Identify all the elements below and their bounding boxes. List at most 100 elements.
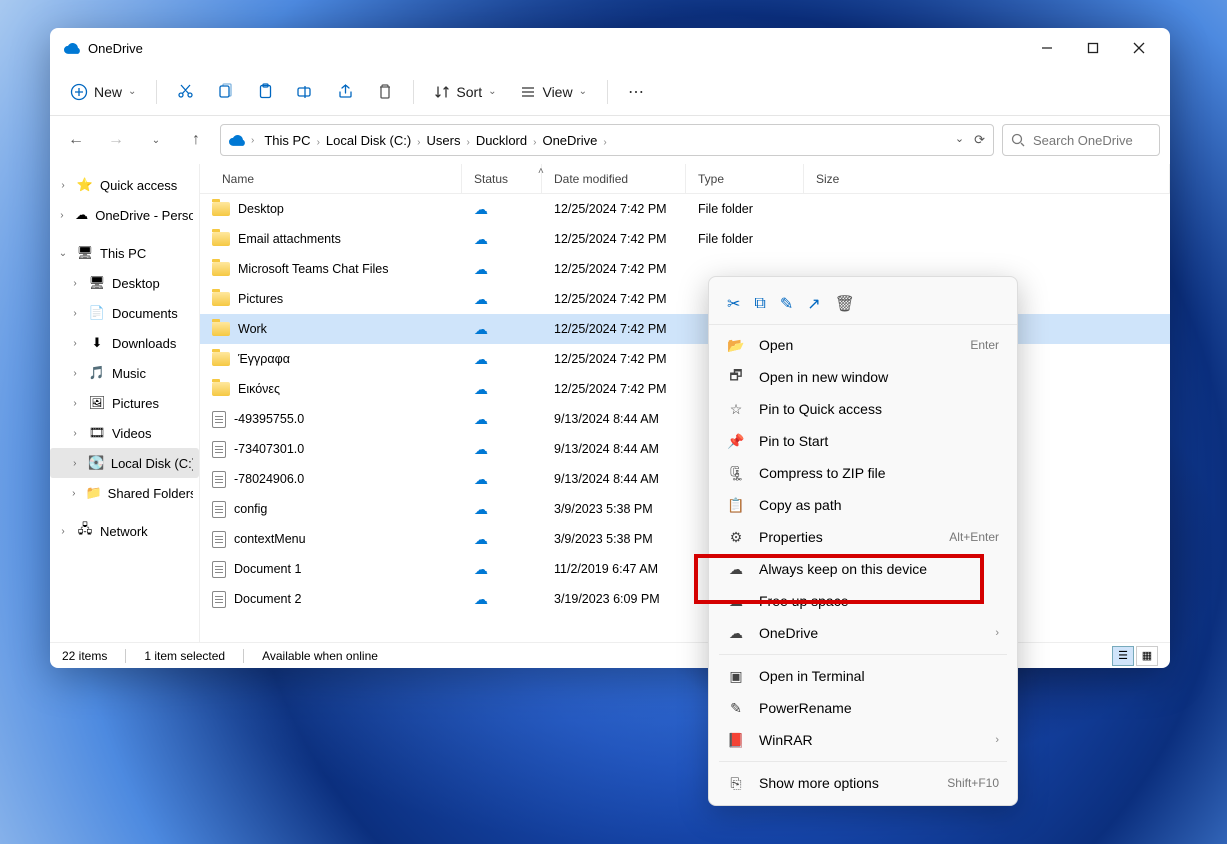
ctx-powerrename[interactable]: ✎ PowerRename [709, 692, 1017, 724]
ctx-pin-to-start[interactable]: 📌 Pin to Start [709, 425, 1017, 457]
sidebar-item-onedrive-persona[interactable]: › ☁ OneDrive - Persona [50, 200, 199, 230]
col-name[interactable]: Name [200, 164, 462, 193]
ctx-label: WinRAR [759, 732, 981, 748]
ctx-label: Compress to ZIP file [759, 465, 999, 481]
file-icon [212, 591, 226, 608]
details-view-button[interactable]: ☰ [1112, 646, 1134, 666]
cloud-status-icon: ☁ [474, 591, 488, 607]
sort-button[interactable]: Sort ⌄ [424, 74, 506, 110]
chevron-down-icon: ⌄ [579, 86, 587, 97]
ctx-winrar[interactable]: 📕 WinRAR › [709, 724, 1017, 756]
ctx-always-keep-on-this-device[interactable]: ☁ Always keep on this device [709, 553, 1017, 585]
file-date: 3/9/2023 5:38 PM [542, 502, 686, 516]
file-row[interactable]: Document 1 ☁ 11/2/2019 6:47 AM [200, 554, 1170, 584]
rename-button[interactable] [287, 74, 323, 110]
file-row[interactable]: -73407301.0 ☁ 9/13/2024 8:44 AM [200, 434, 1170, 464]
share-icon[interactable]: ↗ [807, 294, 820, 314]
sidebar-item-shared-folders-[interactable]: › 📁 Shared Folders (\\ [50, 478, 199, 508]
ctx-compress-to-zip-file[interactable]: 🗜 Compress to ZIP file [709, 457, 1017, 489]
search-placeholder: Search OneDrive [1033, 133, 1133, 148]
sidebar: › ⭐ Quick access› ☁ OneDrive - Persona ⌄ … [50, 164, 200, 642]
ctx-open-in-terminal[interactable]: ▣ Open in Terminal [709, 660, 1017, 692]
sidebar-item-local-disk-c-[interactable]: › 💽 Local Disk (C:) [50, 448, 199, 478]
file-row[interactable]: Εικόνες ☁ 12/25/2024 7:42 PM [200, 374, 1170, 404]
search-input[interactable]: Search OneDrive [1002, 124, 1160, 156]
maximize-button[interactable] [1070, 32, 1116, 64]
ctx-label: Pin to Quick access [759, 401, 999, 417]
sidebar-item-documents[interactable]: › 📄 Documents [50, 298, 199, 328]
onedrive-icon: ☁ [727, 625, 745, 642]
sidebar-item-videos[interactable]: › 🎞 Videos [50, 418, 199, 448]
file-row[interactable]: -78024906.0 ☁ 9/13/2024 8:44 AM [200, 464, 1170, 494]
sidebar-label: Shared Folders (\\ [108, 486, 193, 501]
close-button[interactable] [1116, 32, 1162, 64]
delete-button[interactable] [367, 74, 403, 110]
sidebar-item-network[interactable]: › 🖧 Network [50, 516, 199, 546]
ctx-copy-as-path[interactable]: 📋 Copy as path [709, 489, 1017, 521]
large-icons-button[interactable]: ▦ [1136, 646, 1158, 666]
breadcrumb-users[interactable]: Users [423, 131, 465, 150]
minimize-button[interactable] [1024, 32, 1070, 64]
sidebar-item-music[interactable]: › 🎵 Music [50, 358, 199, 388]
col-date[interactable]: Date modified [542, 164, 686, 193]
recent-button[interactable]: ⌄ [140, 124, 172, 156]
file-row[interactable]: config ☁ 3/9/2023 5:38 PM [200, 494, 1170, 524]
sidebar-item-pictures[interactable]: › 🖼 Pictures [50, 388, 199, 418]
file-name: Document 1 [234, 562, 301, 576]
share-button[interactable] [327, 74, 363, 110]
ctx-show-more-options[interactable]: ⎘ Show more options Shift+F10 [709, 767, 1017, 799]
paste-button[interactable] [247, 74, 283, 110]
ctx-free-up-space[interactable]: ☁ Free up space [709, 585, 1017, 617]
copy-button[interactable] [207, 74, 243, 110]
sidebar-label: This PC [100, 246, 146, 261]
cut-button[interactable] [167, 74, 203, 110]
rename-icon[interactable]: ✎ [780, 294, 793, 314]
file-row[interactable]: Desktop ☁ 12/25/2024 7:42 PM File folder [200, 194, 1170, 224]
down-icon: ⬇ [88, 335, 106, 351]
chevron-icon: ⌄ [56, 248, 70, 259]
sidebar-item-desktop[interactable]: › 🖥 Desktop [50, 268, 199, 298]
sidebar-item-this-pc[interactable]: ⌄ 🖥 This PC [50, 238, 199, 268]
view-button[interactable]: View ⌄ [510, 74, 596, 110]
col-type[interactable]: Type [686, 164, 804, 193]
file-row[interactable]: contextMenu ☁ 3/9/2023 5:38 PM [200, 524, 1170, 554]
chevron-down-icon[interactable]: ⌄ [955, 132, 964, 148]
file-icon [212, 411, 226, 428]
ctx-open[interactable]: 📂 Open Enter [709, 329, 1017, 361]
breadcrumb-ducklord[interactable]: Ducklord [472, 131, 531, 150]
refresh-button[interactable]: ⟳ [974, 132, 985, 148]
new-button[interactable]: New ⌄ [60, 74, 146, 110]
ctx-open-in-new-window[interactable]: 🗗 Open in new window [709, 361, 1017, 393]
chevron-icon: › [68, 308, 82, 319]
delete-icon[interactable]: 🗑 [835, 294, 855, 314]
cloud-status-icon: ☁ [474, 381, 488, 397]
up-button[interactable]: ↑ [180, 124, 212, 156]
file-row[interactable]: Work ☁ 12/25/2024 7:42 PM [200, 314, 1170, 344]
forward-button[interactable]: → [100, 124, 132, 156]
back-button[interactable]: ← [60, 124, 92, 156]
file-row[interactable]: -49395755.0 ☁ 9/13/2024 8:44 AM [200, 404, 1170, 434]
file-row[interactable]: Email attachments ☁ 12/25/2024 7:42 PM F… [200, 224, 1170, 254]
ctx-onedrive[interactable]: ☁ OneDrive › [709, 617, 1017, 649]
breadcrumb-this-pc[interactable]: This PC [260, 131, 314, 150]
file-row[interactable]: Microsoft Teams Chat Files ☁ 12/25/2024 … [200, 254, 1170, 284]
file-row[interactable]: Pictures ☁ 12/25/2024 7:42 PM [200, 284, 1170, 314]
file-date: 12/25/2024 7:42 PM [542, 262, 686, 276]
sidebar-item-quick-access[interactable]: › ⭐ Quick access [50, 170, 199, 200]
cut-icon[interactable]: ✂ [727, 294, 740, 314]
ctx-pin-to-quick-access[interactable]: ☆ Pin to Quick access [709, 393, 1017, 425]
view-icon [520, 84, 536, 100]
cloud-status-icon: ☁ [474, 261, 488, 277]
breadcrumb-onedrive[interactable]: OneDrive [538, 131, 601, 150]
file-row[interactable]: Έγγραφα ☁ 12/25/2024 7:42 PM [200, 344, 1170, 374]
col-size[interactable]: Size [804, 164, 1170, 193]
sidebar-item-downloads[interactable]: › ⬇ Downloads [50, 328, 199, 358]
chevron-icon: › [56, 180, 70, 191]
more-button[interactable]: ⋯ [618, 74, 654, 110]
copy-icon[interactable]: ⧉ [754, 295, 765, 313]
file-row[interactable]: Document 2 ☁ 3/19/2023 6:09 PM [200, 584, 1170, 614]
ctx-properties[interactable]: ⚙ Properties Alt+Enter [709, 521, 1017, 553]
address-bar[interactable]: › This PC›Local Disk (C:)›Users›Ducklord… [220, 124, 994, 156]
col-status[interactable]: Status [462, 164, 542, 193]
breadcrumb-local-disk-c-[interactable]: Local Disk (C:) [322, 131, 415, 150]
